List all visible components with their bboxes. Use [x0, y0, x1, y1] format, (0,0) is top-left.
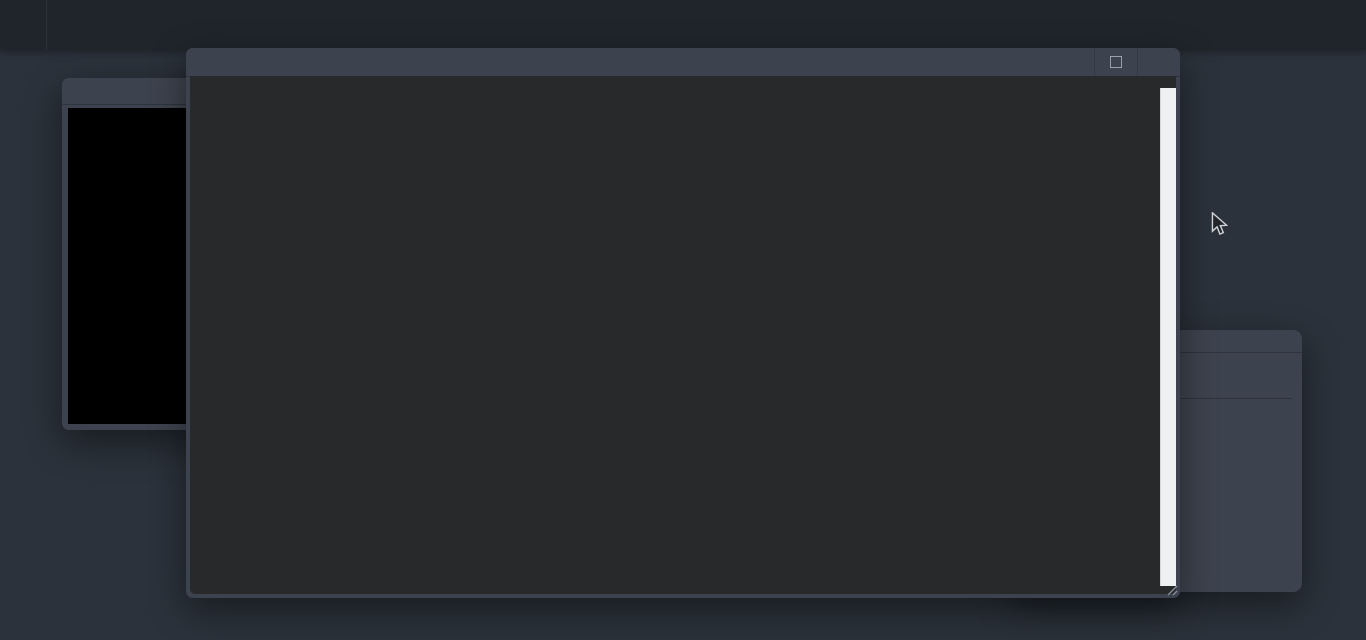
app-logo[interactable]	[0, 0, 47, 50]
terminal-window-header[interactable]	[186, 48, 1180, 77]
terminal-window	[186, 48, 1180, 598]
htop-output	[204, 76, 1160, 594]
maximize-button[interactable]	[1094, 48, 1137, 76]
terminal-screen[interactable]	[190, 76, 1176, 594]
mouse-cursor	[1211, 212, 1228, 236]
resize-handle[interactable]	[1166, 584, 1178, 596]
maximize-icon	[1110, 56, 1122, 68]
terminal-window-buttons	[1094, 48, 1180, 76]
top-nav	[0, 0, 1366, 50]
terminal-scrollbar[interactable]	[1160, 88, 1176, 586]
close-button[interactable]	[1137, 48, 1180, 76]
